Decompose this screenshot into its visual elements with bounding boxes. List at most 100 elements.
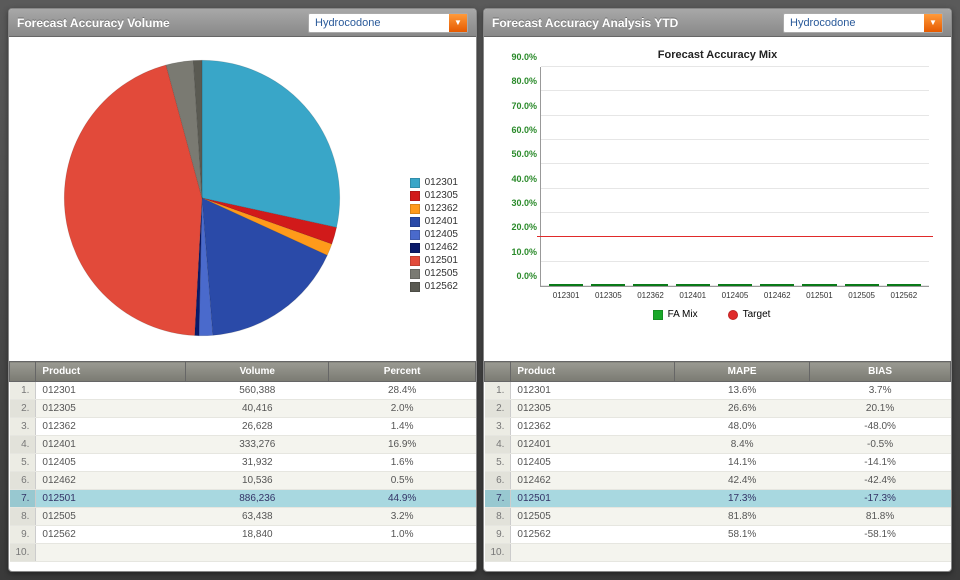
- table-row[interactable]: 1.012301560,38828.4%: [10, 382, 476, 400]
- pie-legend-item[interactable]: 012562: [410, 281, 458, 292]
- table-row[interactable]: 10.: [10, 544, 476, 562]
- y-axis-label: 70.0%: [505, 101, 537, 111]
- row-num: 3.: [485, 418, 511, 436]
- bar[interactable]: [760, 284, 794, 286]
- row-num: 5.: [485, 454, 511, 472]
- pie-legend-item[interactable]: 012305: [410, 190, 458, 201]
- cell-volume: 560,388: [186, 382, 329, 400]
- bar[interactable]: [676, 284, 710, 286]
- legend-label: 012301: [425, 177, 458, 188]
- volume-col-percent[interactable]: Percent: [329, 362, 476, 382]
- cell-volume: 63,438: [186, 508, 329, 526]
- analysis-col-num[interactable]: [485, 362, 511, 382]
- table-row[interactable]: 7.012501886,23644.9%: [10, 490, 476, 508]
- table-row[interactable]: 7.01250117.3%-17.3%: [485, 490, 951, 508]
- cell-product: 012505: [36, 508, 186, 526]
- table-row[interactable]: 4.012401333,27616.9%: [10, 436, 476, 454]
- legend-label: 012405: [425, 229, 458, 240]
- table-row[interactable]: 2.01230526.6%20.1%: [485, 400, 951, 418]
- legend-swatch: [410, 217, 420, 227]
- cell-mape: [675, 544, 810, 562]
- cell-bias: -0.5%: [810, 436, 951, 454]
- cell-product: 012501: [511, 490, 675, 508]
- cell-percent: 2.0%: [329, 400, 476, 418]
- pie-legend-item[interactable]: 012362: [410, 203, 458, 214]
- cell-volume: 40,416: [186, 400, 329, 418]
- bar-column: 012405: [718, 284, 752, 286]
- volume-col-product[interactable]: Product: [36, 362, 186, 382]
- bar-column: 012462: [760, 284, 794, 286]
- cell-product: [36, 544, 186, 562]
- volume-panel-header: Forecast Accuracy Volume Hydrocodone ▼: [9, 9, 476, 37]
- row-num: 6.: [485, 472, 511, 490]
- x-axis-label: 012562: [891, 291, 918, 300]
- cell-product: 012305: [36, 400, 186, 418]
- bar-column: 012401: [676, 284, 710, 286]
- bar[interactable]: [549, 284, 583, 286]
- fa-mix-swatch: [653, 310, 663, 320]
- cell-mape: 8.4%: [675, 436, 810, 454]
- cell-product: 012305: [511, 400, 675, 418]
- bar[interactable]: [845, 284, 879, 286]
- pie-legend-item[interactable]: 012301: [410, 177, 458, 188]
- pie-legend-item[interactable]: 012401: [410, 216, 458, 227]
- cell-volume: 10,536: [186, 472, 329, 490]
- table-row[interactable]: 4.0124018.4%-0.5%: [485, 436, 951, 454]
- pie-legend-item[interactable]: 012501: [410, 255, 458, 266]
- cell-mape: 13.6%: [675, 382, 810, 400]
- x-axis-label: 012401: [679, 291, 706, 300]
- table-row[interactable]: 3.01236226,6281.4%: [10, 418, 476, 436]
- volume-dropdown[interactable]: Hydrocodone ▼: [308, 13, 468, 33]
- table-row[interactable]: 5.01240531,9321.6%: [10, 454, 476, 472]
- volume-panel-title: Forecast Accuracy Volume: [17, 16, 300, 30]
- row-num: 5.: [10, 454, 36, 472]
- table-row[interactable]: 1.01230113.6%3.7%: [485, 382, 951, 400]
- row-num: 1.: [10, 382, 36, 400]
- cell-volume: 26,628: [186, 418, 329, 436]
- cell-mape: 17.3%: [675, 490, 810, 508]
- volume-col-volume[interactable]: Volume: [186, 362, 329, 382]
- table-row[interactable]: 2.01230540,4162.0%: [10, 400, 476, 418]
- bar[interactable]: [802, 284, 836, 286]
- table-row[interactable]: 6.01246242.4%-42.4%: [485, 472, 951, 490]
- table-row[interactable]: 3.01236248.0%-48.0%: [485, 418, 951, 436]
- volume-col-num[interactable]: [10, 362, 36, 382]
- cell-mape: 58.1%: [675, 526, 810, 544]
- cell-bias: -42.4%: [810, 472, 951, 490]
- legend-label: 012462: [425, 242, 458, 253]
- cell-volume: 18,840: [186, 526, 329, 544]
- cell-product: 012362: [36, 418, 186, 436]
- analysis-col-product[interactable]: Product: [511, 362, 675, 382]
- table-row[interactable]: 10.: [485, 544, 951, 562]
- bar[interactable]: [633, 284, 667, 286]
- legend-label: 012362: [425, 203, 458, 214]
- pie-legend-item[interactable]: 012505: [410, 268, 458, 279]
- analysis-dropdown[interactable]: Hydrocodone ▼: [783, 13, 943, 33]
- bar-column: 012562: [887, 284, 921, 286]
- table-row[interactable]: 8.01250563,4383.2%: [10, 508, 476, 526]
- pie-legend-item[interactable]: 012405: [410, 229, 458, 240]
- bar[interactable]: [718, 284, 752, 286]
- volume-table: Product Volume Percent 1.012301560,38828…: [9, 361, 476, 571]
- legend-label: 012562: [425, 281, 458, 292]
- pie-legend-item[interactable]: 012462: [410, 242, 458, 253]
- table-row[interactable]: 8.01250581.8%81.8%: [485, 508, 951, 526]
- table-row[interactable]: 5.01240514.1%-14.1%: [485, 454, 951, 472]
- legend-swatch: [410, 269, 420, 279]
- bar[interactable]: [591, 284, 625, 286]
- cell-volume: 886,236: [186, 490, 329, 508]
- analysis-col-bias[interactable]: BIAS: [810, 362, 951, 382]
- table-row[interactable]: 9.01256218,8401.0%: [10, 526, 476, 544]
- chevron-down-icon: ▼: [924, 14, 942, 32]
- bar[interactable]: [887, 284, 921, 286]
- table-row[interactable]: 9.01256258.1%-58.1%: [485, 526, 951, 544]
- row-num: 9.: [10, 526, 36, 544]
- row-num: 6.: [10, 472, 36, 490]
- bar-column: 012305: [591, 284, 625, 286]
- analysis-col-mape[interactable]: MAPE: [675, 362, 810, 382]
- cell-percent: 1.6%: [329, 454, 476, 472]
- cell-product: 012401: [36, 436, 186, 454]
- cell-mape: 48.0%: [675, 418, 810, 436]
- table-row[interactable]: 6.01246210,5360.5%: [10, 472, 476, 490]
- cell-product: 012405: [511, 454, 675, 472]
